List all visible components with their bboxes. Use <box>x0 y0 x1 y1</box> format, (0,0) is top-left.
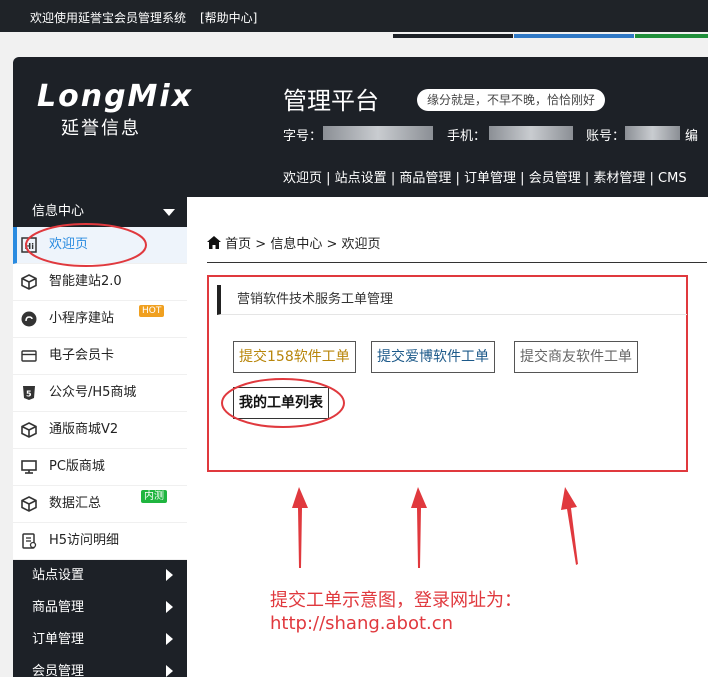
section-label: 商品管理 <box>32 600 85 615</box>
topnav-cms[interactable]: CMS <box>658 171 687 186</box>
breadcrumb-home[interactable]: 首页 <box>225 237 251 252</box>
ticket-panel: 营销软件技术服务工单管理 提交158软件工单 提交爱博软件工单 提交商友软件工单… <box>207 275 688 472</box>
breadcrumb-info-center[interactable]: 信息中心 <box>270 237 322 252</box>
hi-icon: Hi <box>21 237 37 253</box>
breadcrumb-divider <box>207 262 707 263</box>
help-center-link[interactable]: [帮助中心] <box>200 9 257 26</box>
zihao-label: 字号： <box>283 129 323 144</box>
color-stripe-2 <box>514 34 634 38</box>
cube-icon <box>21 496 37 512</box>
phone-label: 手机： <box>447 129 487 144</box>
section-label: 会员管理 <box>32 664 85 677</box>
breadcrumb: 首页 > 信息中心 > 欢迎页 <box>207 233 381 252</box>
sidebar-section-products[interactable]: 商品管理 <box>13 592 187 624</box>
sidebar-item-label: 通版商城V2 <box>49 422 119 437</box>
sidebar-item-smart-site[interactable]: 智能建站2.0 <box>13 264 187 301</box>
sidebar-item-mini-program[interactable]: 小程序建站 HOT <box>13 301 187 338</box>
color-stripe-3 <box>635 34 708 38</box>
chevron-right-icon <box>166 601 173 613</box>
home-icon <box>207 236 221 249</box>
chevron-right-icon <box>166 665 173 677</box>
chevron-right-icon <box>166 633 173 645</box>
svg-text:Hi: Hi <box>25 242 35 251</box>
masked-account <box>625 126 680 140</box>
submit-aibo-ticket-button[interactable]: 提交爱博软件工单 <box>371 341 495 373</box>
sidebar-item-label: 数据汇总 <box>49 496 102 511</box>
sidebar-item-label: 小程序建站 <box>49 311 115 326</box>
motto-badge: 缘分就是，不早不晚，恰恰刚好 <box>417 89 606 111</box>
account-label: 账号： <box>586 129 626 144</box>
edit-label[interactable]: 编 <box>685 125 698 144</box>
cube-icon <box>21 422 37 438</box>
header: LongMix 延誉信息 管理平台 缘分就是，不早不晚，恰恰刚好 字号： 手机：… <box>13 57 708 197</box>
sidebar-item-h5-visits[interactable]: H5访问明细 <box>13 523 187 560</box>
monitor-icon <box>21 460 37 474</box>
topnav-products[interactable]: 商品管理 <box>399 171 451 186</box>
welcome-text: 欢迎使用延誉宝会员管理系统 <box>30 11 187 25</box>
cube-icon <box>21 274 37 290</box>
hot-badge: HOT <box>139 305 165 317</box>
ticket-panel-title: 营销软件技术服务工单管理 <box>217 285 687 315</box>
html5-icon: 5 <box>23 386 35 400</box>
beta-badge: 内测 <box>141 490 167 503</box>
logo-subtitle: 延誉信息 <box>61 118 141 139</box>
topnav-members[interactable]: 会员管理 <box>529 171 581 186</box>
annotation-caption: 提交工单示意图，登录网址为： <box>270 590 522 611</box>
section-label: 站点设置 <box>32 568 85 583</box>
breadcrumb-current: 欢迎页 <box>341 237 381 252</box>
sidebar-item-label: H5访问明细 <box>49 533 120 548</box>
sidebar-item-label: 欢迎页 <box>49 237 89 252</box>
sidebar-section-site-settings[interactable]: 站点设置 <box>13 560 187 592</box>
masked-zihao <box>323 126 433 140</box>
top-bar: 欢迎使用延誉宝会员管理系统 [帮助中心] <box>0 0 708 32</box>
sidebar-section-info-center[interactable]: 信息中心 <box>13 197 187 227</box>
submit-158-ticket-button[interactable]: 提交158软件工单 <box>233 341 356 373</box>
svg-text:5: 5 <box>26 390 32 399</box>
sidebar-section-orders[interactable]: 订单管理 <box>13 624 187 656</box>
main-panel: LongMix 延誉信息 管理平台 缘分就是，不早不晚，恰恰刚好 字号： 手机：… <box>13 57 708 677</box>
mini-program-icon <box>21 311 37 327</box>
topnav-orders[interactable]: 订单管理 <box>464 171 516 186</box>
breadcrumb-separator: > <box>326 237 338 252</box>
sidebar-item-label: 公众号/H5商城 <box>49 385 137 400</box>
chevron-right-icon <box>166 569 173 581</box>
sidebar-item-label: 电子会员卡 <box>49 348 115 363</box>
chevron-down-icon <box>163 209 175 216</box>
sidebar-item-pc-mall[interactable]: PC版商城 <box>13 449 187 486</box>
topnav-site-settings[interactable]: 站点设置 <box>335 171 387 186</box>
section-label: 信息中心 <box>32 204 85 219</box>
sidebar-item-data-summary[interactable]: 数据汇总 内测 <box>13 486 187 523</box>
sidebar-item-label: 智能建站2.0 <box>49 274 122 289</box>
sidebar-section-members[interactable]: 会员管理 <box>13 656 187 677</box>
topnav-welcome[interactable]: 欢迎页 <box>283 171 322 186</box>
section-label: 订单管理 <box>32 632 85 647</box>
sidebar-item-member-card[interactable]: 电子会员卡 <box>13 338 187 375</box>
my-tickets-button[interactable]: 我的工单列表 <box>233 387 329 419</box>
sidebar-item-label: PC版商城 <box>49 459 105 474</box>
color-stripe-1 <box>393 34 513 38</box>
document-icon <box>22 533 37 549</box>
sidebar: 信息中心 Hi 欢迎页 智能建站2.0 小程序建站 HOT 电子会员卡 5 公众… <box>13 197 187 677</box>
sidebar-item-mall-v2[interactable]: 通版商城V2 <box>13 412 187 449</box>
card-icon <box>21 350 37 362</box>
submit-shangyou-ticket-button[interactable]: 提交商友软件工单 <box>514 341 638 373</box>
breadcrumb-separator: > <box>255 237 267 252</box>
sidebar-item-h5-mall[interactable]: 5 公众号/H5商城 <box>13 375 187 412</box>
logo: LongMix <box>37 79 194 114</box>
annotation-url: http://shang.abot.cn <box>270 613 454 634</box>
masked-phone <box>489 126 573 140</box>
sidebar-item-welcome[interactable]: Hi 欢迎页 <box>13 227 187 264</box>
top-nav: 欢迎页 | 站点设置 | 商品管理 | 订单管理 | 会员管理 | 素材管理 |… <box>283 171 687 186</box>
topnav-materials[interactable]: 素材管理 <box>593 171 645 186</box>
platform-title: 管理平台 <box>283 87 379 115</box>
